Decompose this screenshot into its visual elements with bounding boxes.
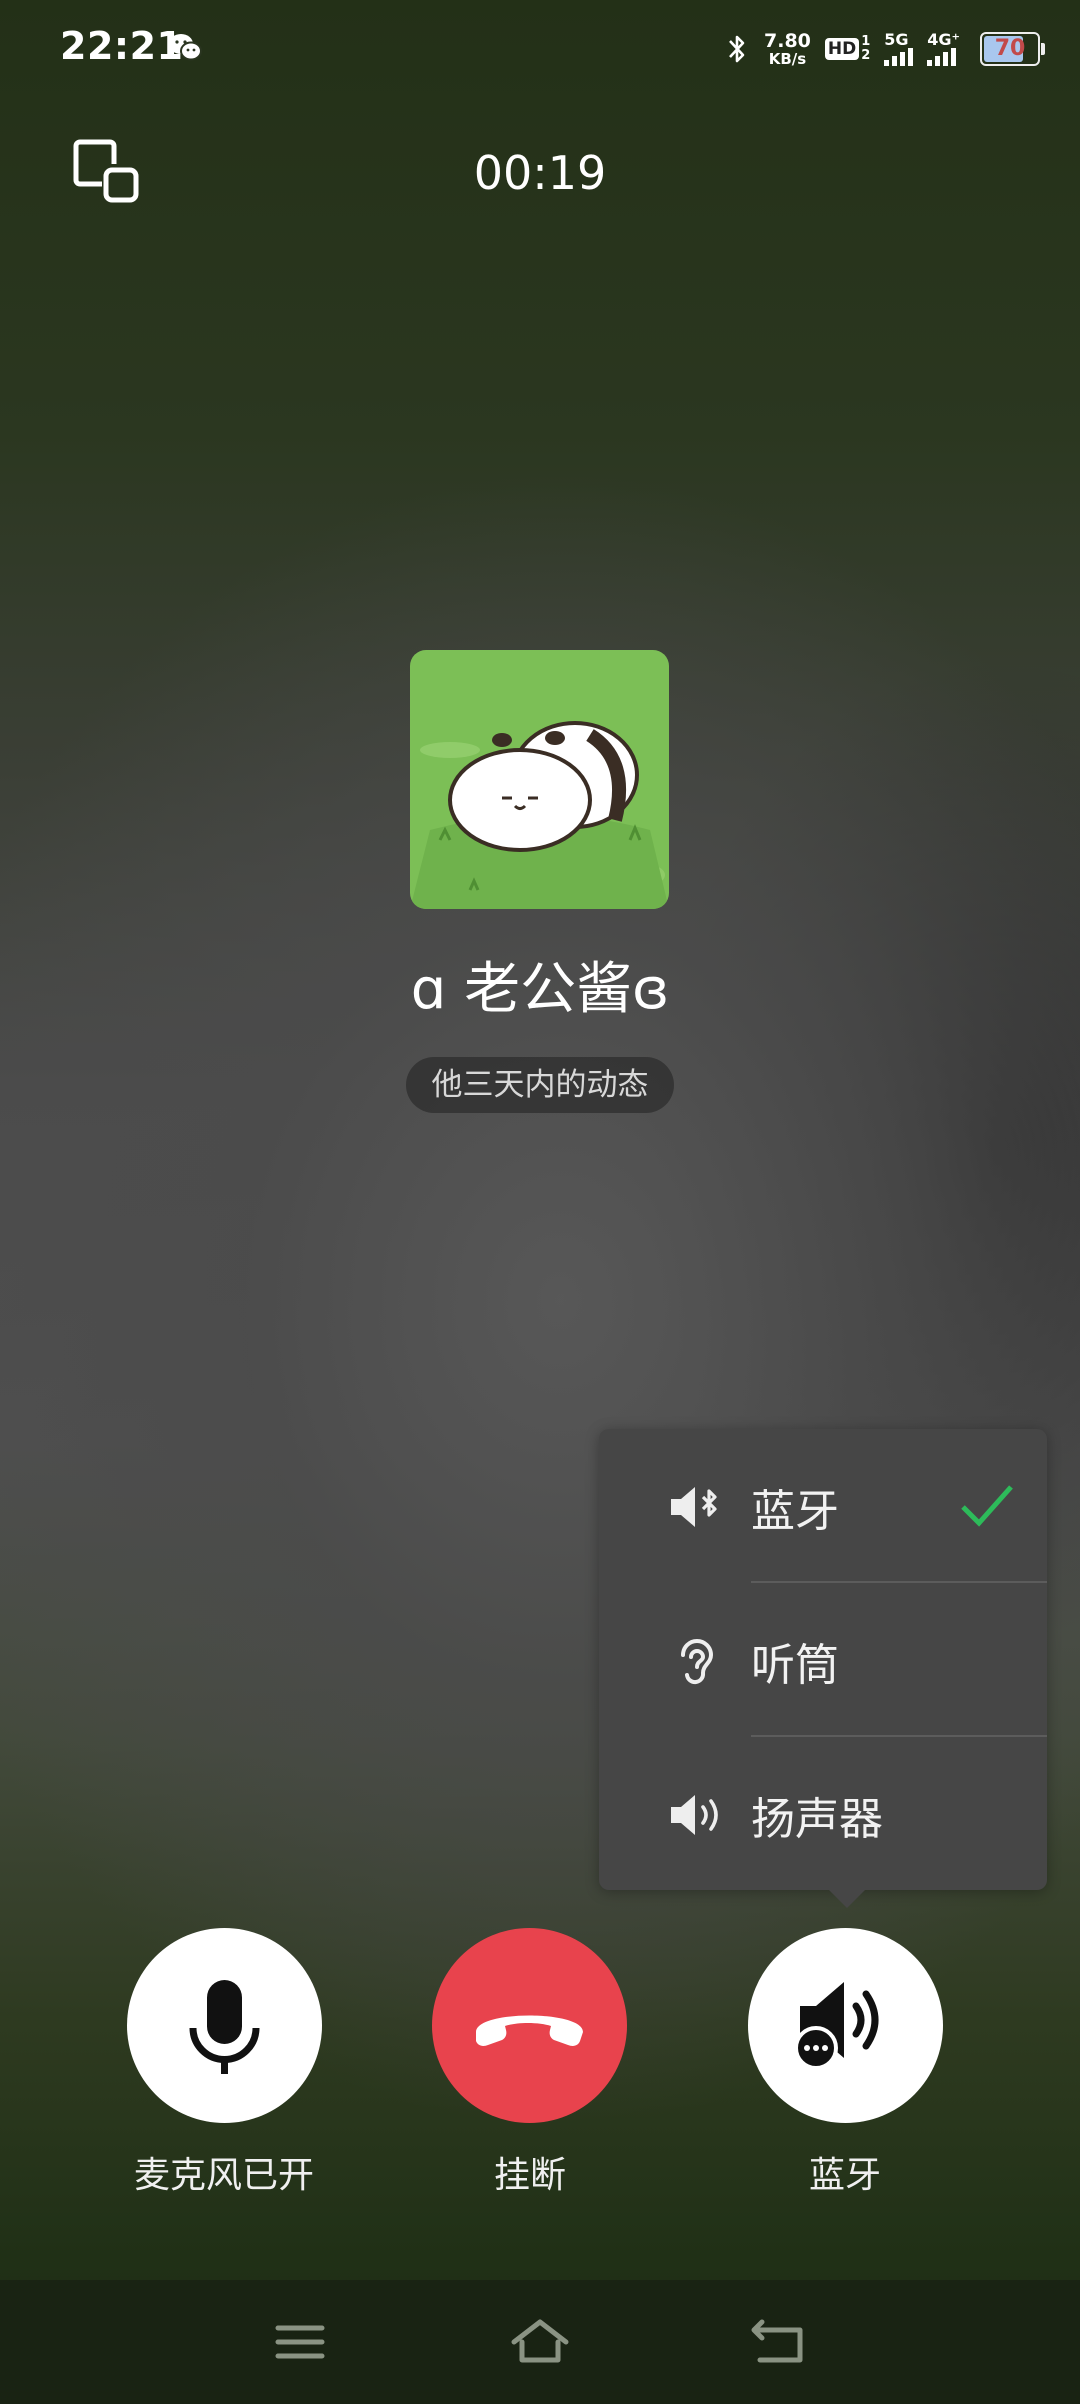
net1-label: 5G bbox=[884, 30, 909, 49]
menu-item-label: 蓝牙 bbox=[751, 1486, 839, 1537]
wechat-icon bbox=[169, 34, 202, 61]
audio-output-label: 蓝牙 bbox=[808, 2155, 881, 2196]
status-bar: 22:21 7.80 KB/s HD 1 2 5G 4G⁺ 70 bbox=[0, 0, 1080, 96]
menu-item-label: 扬声器 bbox=[751, 1794, 883, 1845]
status-time: 22:21 bbox=[60, 24, 184, 68]
contact-name: ɑ 老公酱ɞ bbox=[410, 957, 670, 1022]
net-speed-value: 7.80 bbox=[764, 29, 811, 52]
hd-indicator: HD 1 2 bbox=[824, 34, 871, 63]
menu-icon[interactable] bbox=[268, 2312, 332, 2372]
battery-icon: 70 bbox=[980, 32, 1045, 66]
signal-icon-2: 4G⁺ bbox=[927, 32, 960, 66]
menu-item-bluetooth[interactable]: 蓝牙 bbox=[599, 1429, 1047, 1583]
mic-label: 麦克风已开 bbox=[133, 2155, 314, 2196]
moments-button[interactable]: 他三天内的动态 bbox=[406, 1057, 674, 1113]
hd-label: HD bbox=[824, 38, 860, 60]
menu-item-earpiece[interactable]: 听筒 bbox=[599, 1583, 1047, 1737]
speaker-bluetooth-icon bbox=[671, 1487, 717, 1527]
mic-toggle-button[interactable] bbox=[127, 1928, 322, 2123]
check-icon bbox=[961, 1485, 1013, 1527]
hangup-button[interactable] bbox=[432, 1928, 627, 2123]
net-speed-unit: KB/s bbox=[768, 49, 807, 68]
bluetooth-icon bbox=[729, 35, 745, 63]
hd-sim-top: 1 bbox=[861, 34, 871, 49]
phone-hangup-icon bbox=[476, 2015, 583, 2046]
speaker-more-icon bbox=[794, 1982, 879, 2070]
system-nav-bar bbox=[0, 2280, 1080, 2404]
home-icon[interactable] bbox=[508, 2312, 572, 2372]
battery-level: 70 bbox=[994, 36, 1026, 61]
net-speed: 7.80 KB/s bbox=[764, 29, 811, 68]
menu-item-speaker[interactable]: 扬声器 bbox=[599, 1737, 1047, 1891]
audio-output-menu: 蓝牙 听筒 扬声器 bbox=[599, 1429, 1047, 1908]
hangup-label: 挂断 bbox=[493, 2155, 566, 2196]
signal-icon: 5G bbox=[884, 30, 914, 66]
contact-avatar[interactable] bbox=[410, 650, 669, 909]
speaker-icon bbox=[671, 1795, 718, 1835]
audio-output-button[interactable] bbox=[748, 1928, 943, 2123]
menu-item-label: 听筒 bbox=[751, 1640, 839, 1691]
hd-sim-bottom: 2 bbox=[861, 48, 871, 63]
call-timer: 00:19 bbox=[473, 146, 607, 200]
status-icons: 7.80 KB/s HD 1 2 5G 4G⁺ 70 bbox=[724, 26, 1045, 72]
back-icon[interactable] bbox=[748, 2312, 812, 2372]
ear-icon bbox=[681, 1639, 714, 1685]
microphone-icon bbox=[189, 1980, 260, 2074]
net2-label: 4G⁺ bbox=[927, 30, 960, 49]
